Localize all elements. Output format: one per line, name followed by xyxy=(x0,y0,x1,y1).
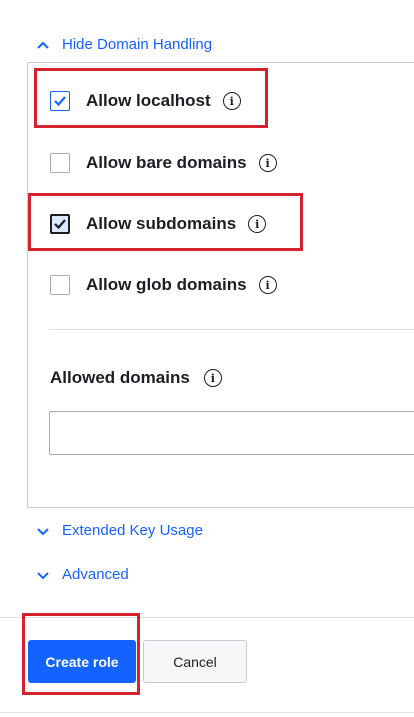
chevron-down-icon xyxy=(37,571,49,579)
cancel-button[interactable]: Cancel xyxy=(143,640,247,683)
chevron-up-icon xyxy=(37,41,49,49)
allow-glob-domains-checkbox[interactable] xyxy=(50,275,70,295)
highlight-box-subdomains xyxy=(28,193,303,251)
allowed-domains-label: Allowed domains xyxy=(50,368,190,387)
advanced-toggle[interactable]: Advanced xyxy=(36,566,129,583)
info-icon[interactable]: i xyxy=(258,154,277,172)
info-icon[interactable]: i xyxy=(203,369,222,387)
extended-key-usage-label: Extended Key Usage xyxy=(62,522,203,539)
hide-domain-handling-toggle[interactable]: Hide Domain Handling xyxy=(36,36,212,53)
advanced-label: Advanced xyxy=(62,566,129,583)
hide-domain-handling-label: Hide Domain Handling xyxy=(62,36,213,53)
bottom-divider xyxy=(0,712,414,713)
allowed-domains-header: Allowed domains i xyxy=(50,368,222,388)
allow-glob-domains-label: Allow glob domains xyxy=(86,275,247,294)
allowed-domains-input[interactable] xyxy=(49,411,414,455)
extended-key-usage-toggle[interactable]: Extended Key Usage xyxy=(36,522,203,539)
info-icon[interactable]: i xyxy=(258,276,277,294)
option-allow-bare-domains: Allow bare domains i xyxy=(50,153,277,173)
divider xyxy=(50,329,414,330)
allow-bare-domains-checkbox[interactable] xyxy=(50,153,70,173)
highlight-box-localhost xyxy=(34,68,268,128)
chevron-down-icon xyxy=(37,527,49,535)
allow-bare-domains-label: Allow bare domains xyxy=(86,153,247,172)
highlight-box-create-role xyxy=(22,613,140,695)
option-allow-glob-domains: Allow glob domains i xyxy=(50,275,277,295)
